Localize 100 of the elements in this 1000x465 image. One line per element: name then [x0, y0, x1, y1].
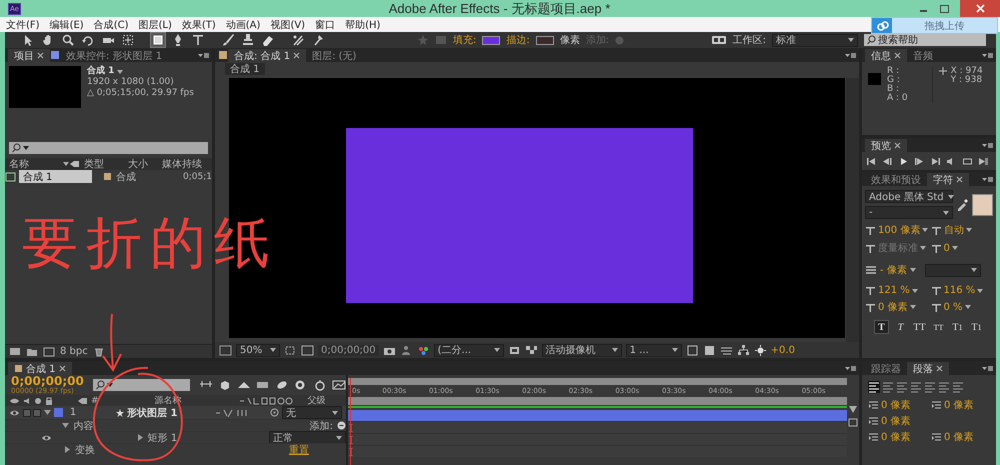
bit-depth[interactable]: 8 bpc — [60, 346, 88, 357]
panel-tab[interactable]: 预览 — [865, 139, 907, 152]
menu-item[interactable]: 动画(A) — [226, 18, 260, 32]
parent-dropdown[interactable]: 无 — [282, 406, 342, 419]
magnification-dropdown[interactable]: 50% — [236, 344, 280, 356]
breadcrumb-tab[interactable]: 合成 1 — [225, 63, 265, 75]
layers-icon[interactable] — [237, 379, 251, 391]
trash-icon[interactable] — [92, 346, 105, 357]
graph-editor-icon[interactable] — [332, 379, 346, 391]
eyedropper-icon[interactable] — [956, 198, 969, 211]
panel-tab[interactable]: 跟踪器 — [865, 362, 907, 375]
roto-brush-icon[interactable] — [291, 33, 305, 47]
menu-item[interactable]: 效果(T) — [182, 18, 216, 32]
menu-item[interactable]: 视图(V) — [270, 18, 306, 32]
close-icon[interactable] — [894, 142, 901, 149]
tsume-value[interactable]: 0 % — [944, 302, 963, 312]
play-icon[interactable] — [898, 156, 909, 166]
rectangle-icon[interactable] — [151, 33, 165, 47]
close-icon[interactable] — [58, 365, 66, 372]
camera-dropdown[interactable]: 活动摄像机 — [542, 344, 622, 356]
project-search-field[interactable] — [9, 142, 208, 154]
close-icon[interactable] — [37, 52, 44, 59]
menu-item[interactable]: 帮助(H) — [345, 18, 380, 32]
leading-value[interactable]: 自动 — [944, 223, 964, 237]
panel-tab[interactable]: 音频 — [907, 49, 939, 62]
upload-button[interactable]: 拖拽上传 — [871, 17, 998, 34]
baseline-shift-value[interactable]: 0 像素 — [878, 300, 908, 314]
panel-menu-icon[interactable] — [845, 364, 856, 372]
folder-icon[interactable] — [26, 346, 38, 357]
panel-tab[interactable]: 信息 — [865, 49, 907, 62]
indent-value[interactable]: 0 像素 — [881, 430, 911, 444]
expand-triangle-icon[interactable] — [62, 422, 70, 429]
parent-pick-whip-icon[interactable] — [270, 408, 279, 417]
first-frame-icon[interactable] — [866, 156, 877, 166]
layer-label-color[interactable] — [54, 408, 63, 417]
zoom-icon[interactable] — [61, 33, 75, 47]
menu-item[interactable]: 图层(L) — [138, 18, 172, 32]
panel-tab[interactable]: 效果和预设 — [865, 173, 927, 186]
resolution-dropdown[interactable]: (二分... — [434, 344, 504, 356]
views-dropdown[interactable]: 1 ... — [626, 344, 682, 356]
expand-triangle-icon[interactable] — [136, 434, 144, 441]
blend-mode-dropdown[interactable]: 正常 — [268, 431, 346, 444]
previous-frame-icon[interactable] — [882, 156, 893, 166]
help-search-field[interactable]: 搜索帮助 — [864, 34, 986, 46]
cube-icon[interactable] — [218, 379, 232, 391]
stopwatch-icon[interactable] — [313, 379, 327, 391]
ram-preview-icon[interactable] — [978, 156, 989, 166]
add-icon[interactable] — [337, 421, 346, 430]
workspace-dropdown[interactable]: 标准 — [772, 34, 858, 46]
close-icon[interactable] — [936, 365, 943, 372]
motion-blur-icon[interactable] — [275, 379, 289, 391]
stamp-icon[interactable] — [241, 33, 255, 47]
expand-triangle-icon[interactable] — [64, 446, 71, 453]
panel-menu-icon[interactable] — [982, 142, 993, 148]
text-tool-icon[interactable] — [191, 33, 205, 47]
add-menu-label[interactable]: 添加: — [310, 418, 333, 432]
indent-value[interactable]: 0 像素 — [881, 398, 911, 412]
panel-tab[interactable]: 合成: 合成 1 — [228, 49, 306, 62]
fill-color-swatch[interactable] — [482, 36, 500, 44]
zoom-slider-icon[interactable] — [848, 405, 858, 414]
panel-tab[interactable]: 字符 — [927, 173, 969, 186]
transparency-grid-icon[interactable] — [524, 344, 538, 356]
pan-behind-icon[interactable] — [121, 33, 135, 47]
color-channels-icon[interactable] — [416, 344, 430, 356]
panel-menu-icon[interactable] — [982, 52, 993, 58]
font-family-dropdown[interactable]: Adobe 黑体 Std — [865, 190, 953, 203]
panel-menu-icon[interactable] — [198, 52, 209, 58]
close-icon[interactable] — [894, 52, 901, 59]
vertical-scale-value[interactable]: 121 % — [878, 285, 910, 296]
next-frame-icon[interactable] — [914, 156, 925, 166]
maximize-icon[interactable] — [939, 4, 950, 14]
indent-value[interactable]: 0 像素 — [881, 414, 911, 428]
panel-menu-icon[interactable] — [845, 52, 856, 58]
property-name[interactable]: 内容 — [73, 418, 169, 432]
property-name[interactable]: 矩形 1 — [148, 430, 224, 444]
close-icon[interactable] — [956, 176, 963, 183]
brush-icon[interactable] — [221, 33, 235, 47]
menu-item[interactable]: 编辑(E) — [50, 18, 84, 32]
panel-tab[interactable]: 段落 — [907, 362, 949, 375]
current-time[interactable]: 0;00;00;00 — [318, 344, 379, 356]
reset-link[interactable]: 重置 — [289, 442, 309, 456]
text-style-button[interactable]: T — [874, 320, 889, 334]
panel-menu-icon[interactable] — [982, 176, 993, 182]
region-icon[interactable] — [508, 344, 521, 356]
panel-tab[interactable]: 项目 — [8, 49, 50, 62]
panel-tab[interactable]: 合成 1 — [8, 362, 72, 375]
menu-item[interactable]: 窗口 — [315, 18, 336, 32]
exposure-icon[interactable] — [754, 344, 767, 356]
indent-value[interactable]: 0 像素 — [944, 430, 974, 444]
text-color-swatch[interactable] — [972, 194, 993, 216]
flowchart-icon[interactable] — [736, 344, 750, 356]
text-style-button[interactable]: T — [893, 320, 908, 334]
exposure-value[interactable]: +0.0 — [770, 344, 795, 356]
current-time[interactable]: 0;00;00;00 — [11, 374, 84, 386]
stroke-width-value[interactable]: - 像素 — [880, 263, 907, 277]
expand-triangle-icon[interactable] — [44, 409, 51, 416]
stroke-color-swatch[interactable] — [536, 36, 554, 44]
property-name[interactable]: 变换 — [75, 442, 175, 456]
last-frame-icon[interactable] — [930, 156, 941, 166]
show-snapshot-icon[interactable] — [400, 344, 413, 356]
